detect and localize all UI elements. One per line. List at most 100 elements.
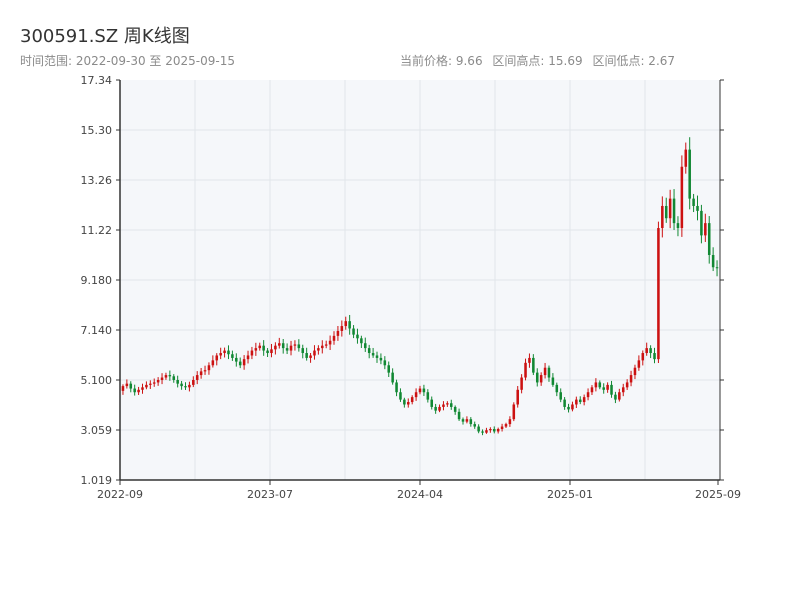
- candle-body: [145, 384, 148, 388]
- candle-body: [356, 334, 359, 339]
- x-tick-label: 2025-01: [547, 488, 593, 501]
- candle-body: [637, 360, 641, 368]
- candle-body: [274, 345, 277, 350]
- candle-body: [676, 223, 680, 229]
- x-tick-label: 2023-07: [247, 488, 293, 501]
- candle-body: [317, 348, 320, 351]
- candle-body: [188, 384, 191, 388]
- candle-body: [391, 372, 394, 383]
- candle-body: [555, 384, 559, 393]
- candle-body: [657, 228, 660, 360]
- candle-body: [512, 404, 516, 420]
- candle-body: [473, 424, 476, 427]
- candle: [512, 402, 516, 422]
- candle-body: [559, 392, 562, 400]
- candle-body: [614, 394, 617, 400]
- candle-body: [360, 338, 363, 344]
- candle-body: [133, 388, 136, 393]
- candle-body: [141, 387, 144, 390]
- candle-body: [575, 399, 578, 405]
- candle-body: [332, 335, 336, 341]
- candle-body: [692, 198, 695, 206]
- candle-body: [707, 223, 711, 255]
- x-tick-label: 2024-04: [397, 488, 443, 501]
- candle-body: [121, 386, 125, 391]
- candle-body: [629, 375, 633, 383]
- candle-body: [297, 344, 301, 349]
- candle-body: [184, 386, 187, 388]
- candle-body: [625, 382, 629, 388]
- candle-body: [481, 431, 484, 433]
- candle-body: [211, 360, 215, 366]
- candlestick-chart: 1.019 3.059 5.100 7.140 9.180 11.22 13.26 15.30…: [81, 74, 741, 501]
- candle-body: [246, 355, 250, 360]
- candle-body: [688, 149, 691, 199]
- candle-body: [539, 375, 543, 383]
- candle-body: [492, 428, 496, 432]
- candle-body: [610, 384, 613, 395]
- candle-body: [598, 382, 602, 388]
- candle: [657, 221, 660, 363]
- candle-body: [516, 389, 519, 405]
- candle-body: [547, 367, 551, 378]
- candle-body: [266, 350, 269, 354]
- candle-body: [250, 350, 254, 356]
- candle-body: [578, 399, 582, 403]
- candle-body: [500, 426, 504, 429]
- candle-body: [254, 348, 258, 351]
- candle-body: [395, 382, 398, 393]
- x-tick-label: 2022-09: [97, 488, 143, 501]
- candle-body: [418, 388, 422, 393]
- candle-body: [285, 348, 289, 351]
- candle-body: [430, 399, 433, 407]
- candle-body: [352, 328, 355, 335]
- candle-body: [469, 419, 473, 425]
- candle-body: [215, 355, 219, 361]
- candle-body: [532, 357, 535, 373]
- candle-body: [172, 376, 176, 380]
- candle-body: [704, 223, 707, 236]
- candle-body: [446, 403, 449, 405]
- candle-body: [152, 382, 156, 384]
- candle-body: [496, 428, 500, 432]
- candle-body: [129, 383, 133, 389]
- candle-body: [195, 375, 199, 380]
- candle-body: [414, 392, 418, 398]
- candle-body: [410, 397, 414, 403]
- candle-body: [653, 353, 656, 360]
- candle-body: [156, 379, 160, 383]
- y-tick-label: 9.180: [81, 274, 113, 287]
- candle-body: [664, 205, 668, 219]
- candle-body: [199, 371, 203, 376]
- candle-body: [160, 377, 164, 380]
- candle-body: [164, 375, 168, 378]
- candle-body: [606, 384, 609, 390]
- candle-body: [289, 345, 293, 351]
- candle-body: [672, 198, 676, 224]
- candle: [680, 155, 684, 237]
- candle-body: [309, 355, 312, 358]
- candle-body: [571, 404, 574, 410]
- candle-body: [477, 426, 480, 432]
- y-tick-label: 3.059: [81, 424, 113, 437]
- candle-body: [270, 349, 273, 354]
- candle-body: [535, 372, 539, 383]
- candle-body: [438, 406, 441, 411]
- candle-body: [602, 387, 605, 390]
- candle-body: [403, 399, 406, 405]
- candle-body: [633, 367, 637, 376]
- candle-body: [461, 419, 465, 422]
- candle-body: [227, 350, 230, 355]
- candle-body: [313, 350, 316, 356]
- candle-body: [176, 379, 179, 384]
- candle-body: [387, 365, 391, 373]
- candle-body: [223, 350, 226, 354]
- candle-body: [551, 377, 555, 385]
- candle-body: [293, 344, 297, 346]
- candle-body: [125, 383, 129, 387]
- candle-body: [504, 424, 508, 427]
- candle-body: [680, 166, 684, 229]
- candle-body: [618, 392, 621, 400]
- candle-body: [489, 428, 492, 431]
- candle-body: [301, 348, 305, 354]
